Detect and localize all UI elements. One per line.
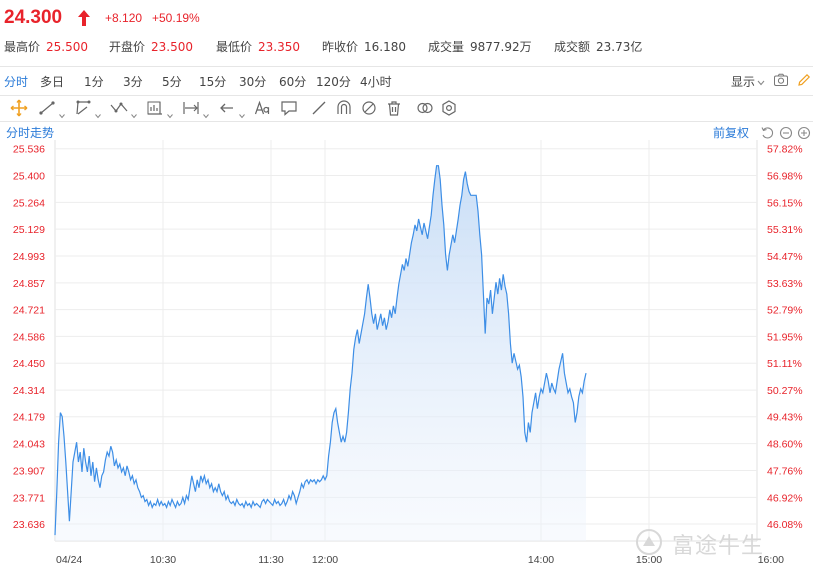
y-tick-label: 24.586 [13,331,45,343]
adjust-dropdown[interactable]: 前复权 [713,124,749,141]
y-tick-label: 23.771 [13,492,45,504]
y-tick-label-pct: 48.60% [767,439,803,451]
y-tick-label: 24.043 [13,439,45,451]
reset-icon[interactable] [760,125,774,139]
chevron-down-icon[interactable] [203,104,209,119]
y-tick-label-pct: 56.98% [767,171,803,183]
brand-watermark: 富途牛生 [634,526,804,560]
y-tick-label-pct: 53.63% [767,278,803,290]
chevron-down-icon [757,75,765,89]
crosshair-icon[interactable] [10,99,28,117]
y-tick-label: 24.721 [13,305,45,317]
tab-30min[interactable]: 30分 [239,73,266,90]
x-tick-label: 11:30 [258,554,284,566]
y-tick-label: 24.857 [13,278,45,290]
settings-icon[interactable] [440,99,458,117]
tab-15min[interactable]: 15分 [199,73,226,90]
x-tick-label: 12:00 [312,554,338,566]
y-tick-label-pct: 51.11% [767,358,802,370]
x-tick-label: 10:30 [150,554,176,566]
chevron-down-icon[interactable] [131,104,137,119]
y-tick-label: 24.993 [13,251,45,263]
display-dropdown[interactable]: 显示 [731,73,765,90]
chevron-down-icon[interactable] [167,104,173,119]
chevron-down-icon[interactable] [239,104,245,119]
period-tabs: 分时 多日 1分 3分 5分 15分 30分 60分 120分 4小时 显示 [0,66,813,96]
trendline-icon[interactable] [38,99,56,117]
brand-name: 富途牛生 [672,534,765,559]
tab-intraday[interactable]: 分时 [4,73,28,90]
y-tick-label-pct: 50.27% [767,385,803,397]
current-price: 24.300 [4,7,63,28]
tab-60min[interactable]: 60分 [279,73,306,90]
measure-icon[interactable] [146,99,164,117]
y-tick-label: 25.129 [13,224,45,236]
y-tick-label: 24.450 [13,358,45,370]
camera-icon[interactable] [773,72,789,88]
zigzag-icon[interactable] [110,99,128,117]
y-tick-label: 23.636 [13,519,45,531]
x-tick-label: 14:00 [528,554,554,566]
stat-volume: 成交量 9877.92万 [428,40,532,54]
magnet-icon[interactable] [335,99,353,117]
y-tick-label: 25.400 [13,171,45,183]
link-icon[interactable] [416,99,434,117]
stat-low: 最低价 23.350 [216,40,301,54]
zoom-out-icon[interactable] [779,125,793,140]
y-tick-label: 24.314 [13,385,45,397]
quote-header: 24.300 +8.120 +50.19% 最高价 25.500 开盘价 23.50… [0,0,813,66]
chevron-down-icon[interactable] [59,104,65,119]
stat-open: 开盘价 23.500 [109,40,194,54]
comment-icon[interactable] [280,99,298,117]
y-tick-label-pct: 55.31% [767,224,803,236]
stat-high: 最高价 25.500 [4,40,89,54]
tab-3min[interactable]: 3分 [123,73,143,90]
y-tick-label-pct: 52.79% [767,305,803,317]
tab-4hour[interactable]: 4小时 [360,73,392,90]
text-icon[interactable] [254,99,272,117]
range-icon[interactable] [182,99,200,117]
zoom-in-icon[interactable] [797,125,811,140]
trash-icon[interactable] [385,99,403,117]
arrow-up-icon [76,9,92,27]
x-tick-label: 04/24 [56,554,82,566]
display-label: 显示 [731,75,756,89]
price-area [55,165,586,541]
intraday-chart[interactable]: 25.536 25.400 25.264 25.129 24.993 24.857 24.7… [0,140,813,578]
y-tick-label-pct: 51.95% [767,331,803,343]
price-change-pct: +50.19% [152,11,200,25]
drawing-toolbar [0,95,813,122]
brush-icon[interactable] [310,99,328,117]
y-tick-label-pct: 46.92% [767,492,803,504]
y-tick-label: 23.907 [13,465,45,477]
chevron-down-icon[interactable] [95,104,101,119]
tab-5min[interactable]: 5分 [162,73,182,90]
y-tick-label-pct: 56.15% [767,197,803,209]
hide-icon[interactable] [360,99,378,117]
chart-title: 分时走势 [6,126,55,140]
y-tick-label: 25.536 [13,144,45,156]
y-axis-left: 25.536 25.400 25.264 25.129 24.993 24.857 24.7… [13,144,45,531]
y-tick-label-pct: 57.82% [767,144,803,156]
y-tick-label: 25.264 [13,197,45,209]
price-change: +8.120 [105,11,143,25]
arrow-icon[interactable] [218,99,236,117]
stat-prev-close: 昨收价 16.180 [322,40,407,54]
brand-logo-icon [634,528,664,560]
polyline-icon[interactable] [74,99,92,117]
y-tick-label: 24.179 [13,412,45,424]
y-tick-label-pct: 47.76% [767,465,803,477]
y-tick-label-pct: 49.43% [767,412,803,424]
tab-120min[interactable]: 120分 [316,73,351,90]
stat-turnover: 成交额 23.73亿 [554,40,643,54]
tab-1min[interactable]: 1分 [84,73,104,90]
y-tick-label-pct: 54.47% [767,251,803,263]
pencil-icon[interactable] [796,72,812,88]
y-axis-right: 57.82% 56.98% 56.15% 55.31% 54.47% 53.63% 52.7… [767,144,803,531]
tab-multi-day[interactable]: 多日 [40,73,64,90]
